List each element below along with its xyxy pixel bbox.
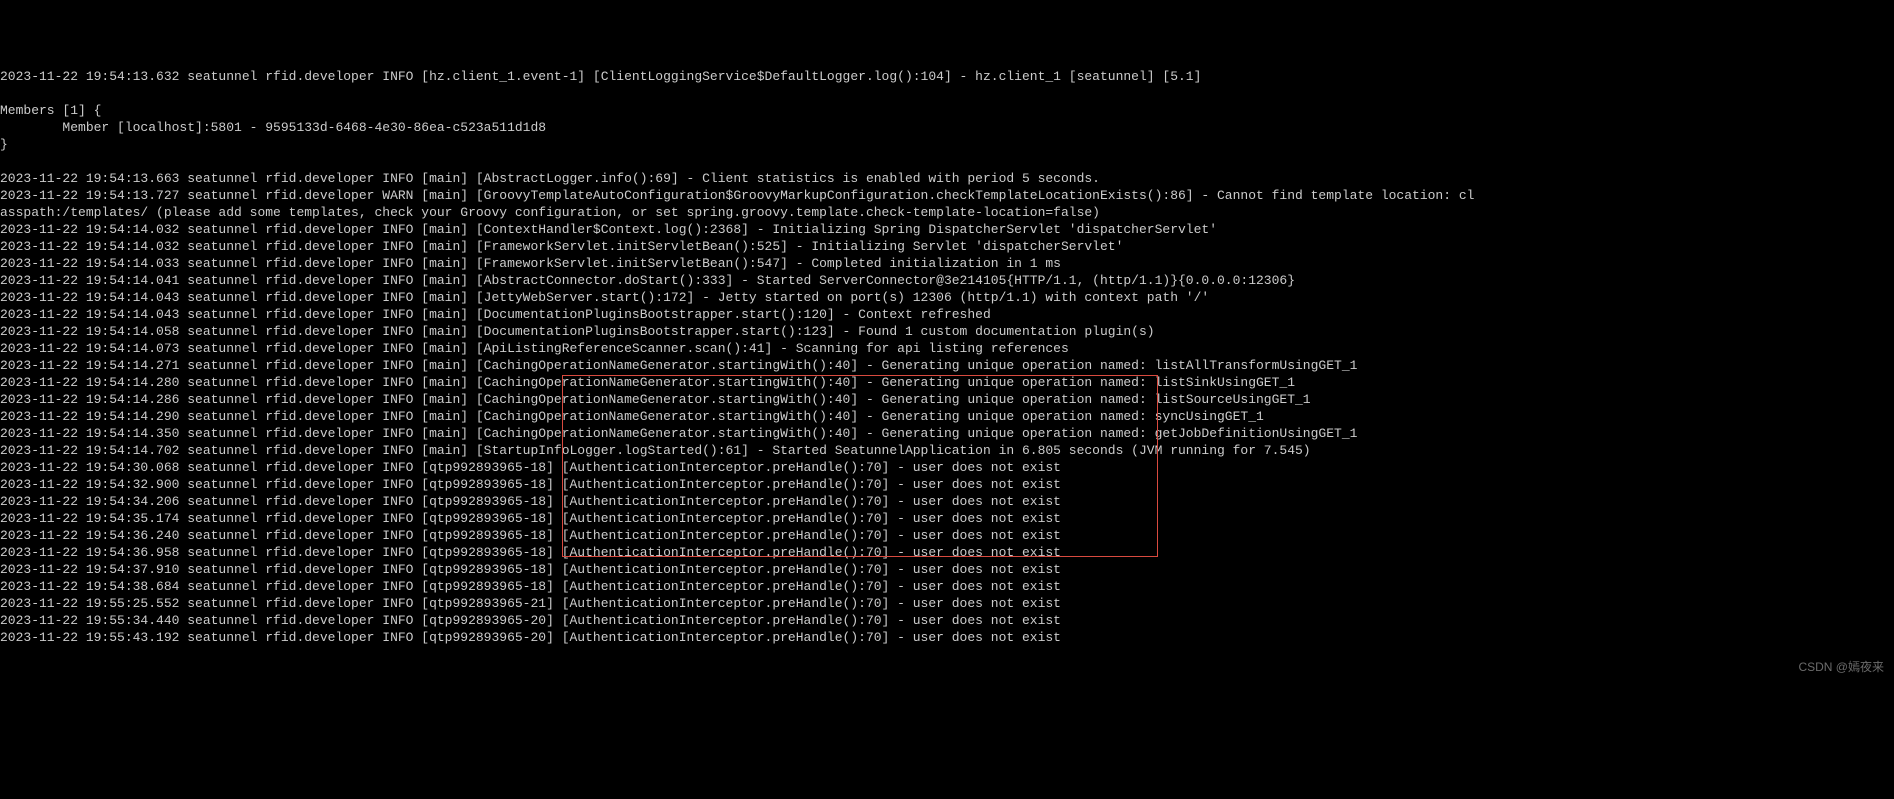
log-line: 2023-11-22 19:54:35.174 seatunnel rfid.d…	[0, 510, 1894, 527]
log-line: 2023-11-22 19:54:14.043 seatunnel rfid.d…	[0, 289, 1894, 306]
log-line: 2023-11-22 19:54:13.727 seatunnel rfid.d…	[0, 187, 1894, 204]
log-line: 2023-11-22 19:55:25.552 seatunnel rfid.d…	[0, 595, 1894, 612]
log-line: 2023-11-22 19:54:14.032 seatunnel rfid.d…	[0, 221, 1894, 238]
log-line: 2023-11-22 19:54:14.033 seatunnel rfid.d…	[0, 255, 1894, 272]
log-line: 2023-11-22 19:54:14.032 seatunnel rfid.d…	[0, 238, 1894, 255]
log-line: 2023-11-22 19:54:38.684 seatunnel rfid.d…	[0, 578, 1894, 595]
log-line: 2023-11-22 19:54:14.073 seatunnel rfid.d…	[0, 340, 1894, 357]
log-line: 2023-11-22 19:54:30.068 seatunnel rfid.d…	[0, 459, 1894, 476]
watermark-text: CSDN @嫣夜来	[1798, 659, 1884, 676]
log-line: 2023-11-22 19:54:14.058 seatunnel rfid.d…	[0, 323, 1894, 340]
log-line: 2023-11-22 19:54:14.271 seatunnel rfid.d…	[0, 357, 1894, 374]
log-line: 2023-11-22 19:54:13.663 seatunnel rfid.d…	[0, 170, 1894, 187]
log-line: 2023-11-22 19:55:43.192 seatunnel rfid.d…	[0, 629, 1894, 646]
log-line: 2023-11-22 19:54:14.350 seatunnel rfid.d…	[0, 425, 1894, 442]
log-output[interactable]: 2023-11-22 19:54:13.632 seatunnel rfid.d…	[0, 68, 1894, 646]
log-line: Member [localhost]:5801 - 9595133d-6468-…	[0, 119, 1894, 136]
log-line: 2023-11-22 19:54:32.900 seatunnel rfid.d…	[0, 476, 1894, 493]
log-line: 2023-11-22 19:54:14.041 seatunnel rfid.d…	[0, 272, 1894, 289]
log-line: }	[0, 136, 1894, 153]
log-line: Members [1] {	[0, 102, 1894, 119]
log-line: asspath:/templates/ (please add some tem…	[0, 204, 1894, 221]
log-line: 2023-11-22 19:55:34.440 seatunnel rfid.d…	[0, 612, 1894, 629]
log-line: 2023-11-22 19:54:14.280 seatunnel rfid.d…	[0, 374, 1894, 391]
log-line: 2023-11-22 19:54:14.702 seatunnel rfid.d…	[0, 442, 1894, 459]
log-line: 2023-11-22 19:54:36.958 seatunnel rfid.d…	[0, 544, 1894, 561]
log-line: 2023-11-22 19:54:34.206 seatunnel rfid.d…	[0, 493, 1894, 510]
log-line	[0, 85, 1894, 102]
log-line: 2023-11-22 19:54:13.632 seatunnel rfid.d…	[0, 68, 1894, 85]
log-line: 2023-11-22 19:54:14.290 seatunnel rfid.d…	[0, 408, 1894, 425]
log-line: 2023-11-22 19:54:37.910 seatunnel rfid.d…	[0, 561, 1894, 578]
log-line: 2023-11-22 19:54:14.286 seatunnel rfid.d…	[0, 391, 1894, 408]
log-line: 2023-11-22 19:54:14.043 seatunnel rfid.d…	[0, 306, 1894, 323]
log-line	[0, 153, 1894, 170]
log-line: 2023-11-22 19:54:36.240 seatunnel rfid.d…	[0, 527, 1894, 544]
